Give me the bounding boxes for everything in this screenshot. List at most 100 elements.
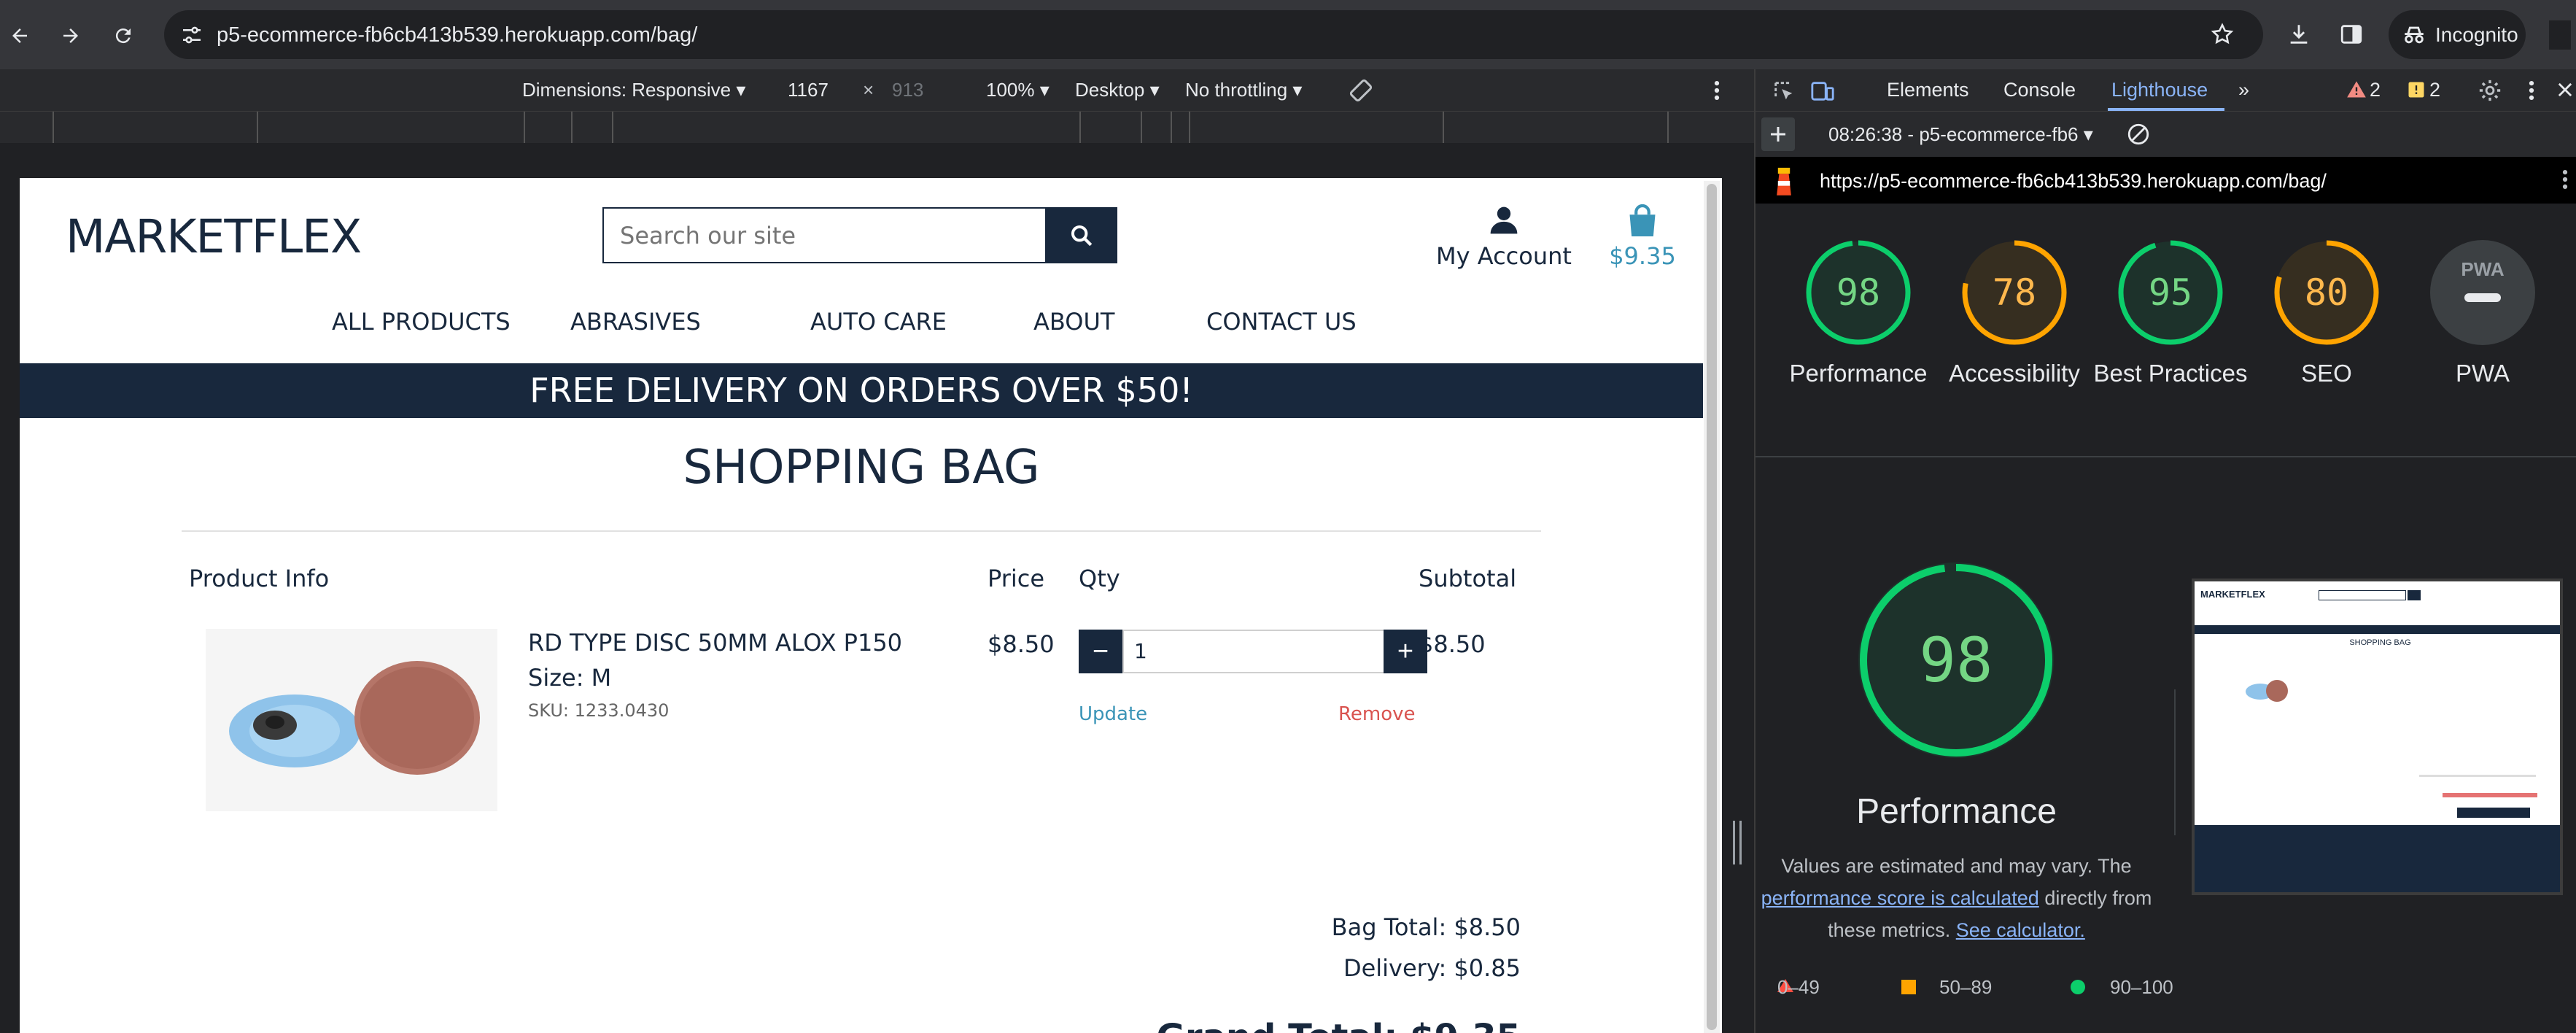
score-calculated-link[interactable]: performance score is calculated: [1761, 887, 2039, 909]
nav-about[interactable]: ABOUT: [1033, 308, 1114, 336]
shopping-bag-icon: [1629, 204, 1656, 236]
thumb-checkout-btn: [2457, 808, 2530, 818]
devtools-menu-icon[interactable]: [2527, 78, 2536, 103]
delivery-cost: Delivery: $0.85: [1343, 954, 1521, 982]
forward-button[interactable]: [51, 16, 90, 55]
zoom-dropdown[interactable]: 100% ▾: [986, 79, 1050, 101]
thumb-brand: MARKETFLEX: [2200, 589, 2265, 600]
gauge-best-practices[interactable]: 95: [2116, 238, 2225, 347]
device-type-label: Desktop: [1075, 79, 1145, 101]
thumb-note: [2443, 793, 2537, 797]
delivery-banner: FREE DELIVERY ON ORDERS OVER $50!: [20, 363, 1703, 418]
bookmark-star-icon[interactable]: [2210, 22, 2235, 47]
rotate-icon[interactable]: [1348, 77, 1374, 104]
tab-elements[interactable]: Elements: [1887, 79, 1969, 101]
side-panel-icon[interactable]: [2339, 22, 2364, 47]
bag-total: Bag Total: $8.50: [1331, 913, 1521, 941]
col-header-price: Price: [988, 565, 1045, 592]
device-toggle-icon[interactable]: [1810, 79, 1835, 104]
item-subtotal: $8.50: [1419, 630, 1486, 658]
more-options-icon[interactable]: [1712, 78, 1721, 103]
reload-icon: [115, 28, 131, 44]
tab-lighthouse[interactable]: Lighthouse: [2111, 79, 2208, 101]
divider: [182, 530, 1541, 532]
page-screenshot-thumbnail[interactable]: MARKETFLEX SHOPPING BAG: [2192, 579, 2563, 895]
nav-auto-care[interactable]: AUTO CARE: [810, 308, 947, 336]
lighthouse-toolbar: 08:26:38 - p5-ecommerce-fb6 ▾: [1756, 111, 2576, 157]
update-link[interactable]: Update: [1079, 703, 1147, 725]
ruler-tick: [1189, 112, 1190, 144]
legend-average-label: 50–89: [1939, 976, 1993, 998]
qty-decrement-button[interactable]: −: [1079, 630, 1122, 673]
search-input[interactable]: [604, 209, 1055, 262]
ruler-tick: [1667, 112, 1669, 144]
gauge-seo[interactable]: 80: [2272, 238, 2381, 347]
incognito-indicator[interactable]: Incognito: [2389, 10, 2526, 59]
report-selector[interactable]: 08:26:38 - p5-ecommerce-fb6 ▾: [1828, 123, 2093, 146]
qty-input[interactable]: 1: [1122, 630, 1385, 673]
note-text-1: Values are estimated and may vary. The: [1781, 855, 2132, 877]
remove-link[interactable]: Remove: [1338, 703, 1416, 725]
report-menu-icon[interactable]: [2561, 167, 2569, 192]
new-report-button[interactable]: [1761, 117, 1795, 151]
clear-reports-icon[interactable]: [2126, 122, 2151, 147]
more-tabs-icon[interactable]: »: [2238, 79, 2249, 101]
big-performance-label: Performance: [1856, 792, 2057, 831]
product-name[interactable]: RD TYPE DISC 50MM ALOX P150: [528, 629, 902, 657]
reload-button[interactable]: [104, 16, 143, 55]
thumb-total-line: [2419, 775, 2536, 777]
gauge-accessibility[interactable]: 78: [1960, 238, 2069, 347]
nav-all-products[interactable]: ALL PRODUCTS: [332, 308, 511, 336]
performance-note: Values are estimated and may vary. The p…: [1756, 850, 2157, 946]
sanding-disc-image: [206, 629, 497, 811]
address-bar[interactable]: p5-ecommerce-fb6cb413b539.herokuapp.com/…: [164, 10, 2263, 59]
shopping-bag-link[interactable]: $9.35: [1588, 204, 1697, 270]
media-query-ruler: [0, 111, 1754, 144]
dimensions-label: Dimensions: Responsive: [522, 79, 732, 101]
close-devtools-icon[interactable]: [2555, 80, 2575, 100]
lighthouse-logo-icon: [1772, 164, 1796, 198]
page-title: SHOPPING BAG: [683, 441, 1040, 495]
page-scrollbar[interactable]: [1704, 181, 1720, 1033]
settings-gear-icon[interactable]: [2478, 78, 2502, 103]
gauge-label-performance: Performance: [1789, 360, 1928, 387]
throttling-dropdown[interactable]: No throttling ▾: [1185, 79, 1302, 101]
scrollbar-thumb[interactable]: [1707, 184, 1717, 1030]
url-text: p5-ecommerce-fb6cb413b539.herokuapp.com/…: [217, 23, 698, 47]
nav-abrasives[interactable]: ABRASIVES: [570, 308, 701, 336]
download-icon[interactable]: [2286, 22, 2311, 47]
site-settings-icon[interactable]: [180, 23, 203, 47]
note-text-2: directly from: [2044, 887, 2152, 909]
tab-console[interactable]: Console: [2003, 79, 2076, 101]
inspect-element-icon[interactable]: [1772, 79, 1796, 104]
ruler-tick: [53, 112, 54, 144]
devtools-tabbar: Elements Console Lighthouse » 2 2: [1756, 69, 2576, 111]
report-url[interactable]: https://p5-ecommerce-fb6cb413b539.heroku…: [1820, 170, 2327, 193]
my-account-link[interactable]: My Account: [1416, 204, 1591, 270]
gauge-performance[interactable]: 98: [1804, 238, 1913, 347]
ruler-tick: [1079, 112, 1081, 144]
thumb-search-btn: [2408, 590, 2421, 600]
issues-icon[interactable]: [2406, 80, 2426, 100]
height-input[interactable]: 913: [892, 79, 923, 101]
search-button[interactable]: [1045, 207, 1117, 263]
dimensions-dropdown[interactable]: Dimensions: Responsive ▾: [522, 79, 745, 101]
devtools-panel: Elements Console Lighthouse » 2 2 08:26:…: [1754, 69, 2576, 1033]
back-button[interactable]: [0, 16, 39, 55]
ruler-tick: [571, 112, 573, 144]
big-performance-score: 98: [1919, 624, 1993, 696]
browser-toolbar: p5-ecommerce-fb6cb413b539.herokuapp.com/…: [0, 0, 2576, 69]
warning-count: 2: [2370, 79, 2381, 101]
warning-icon[interactable]: [2346, 80, 2367, 100]
legend-good-label: 90–100: [2110, 976, 2173, 998]
seo-score: 80: [2304, 271, 2349, 314]
device-type-dropdown[interactable]: Desktop ▾: [1075, 79, 1160, 101]
resize-handle[interactable]: [1733, 821, 1742, 864]
width-input[interactable]: 1167: [788, 79, 829, 101]
see-calculator-link[interactable]: See calculator.: [1956, 919, 2085, 941]
thumb-disc-red: [2266, 680, 2288, 702]
site-logo[interactable]: MARKETFLEX: [66, 210, 362, 263]
nav-contact-us[interactable]: CONTACT US: [1206, 308, 1357, 336]
times-sign: ×: [863, 79, 874, 101]
gauge-pwa[interactable]: PWA: [2428, 238, 2537, 347]
